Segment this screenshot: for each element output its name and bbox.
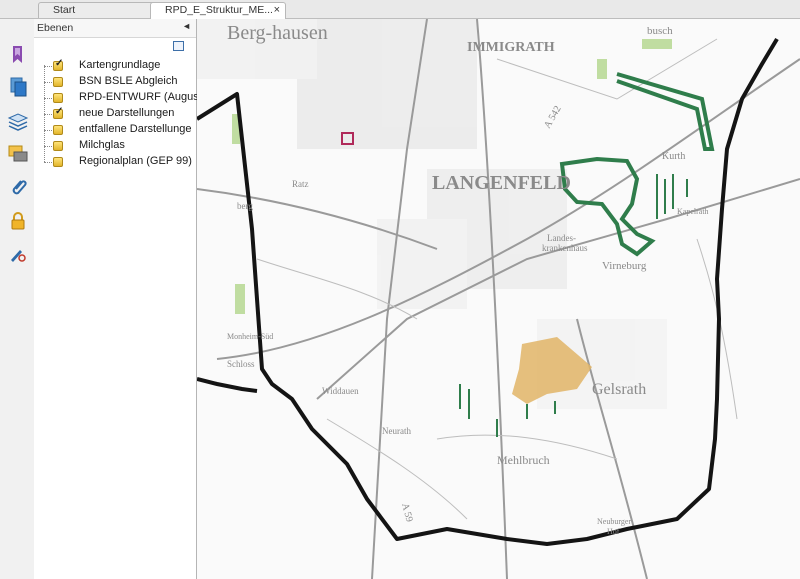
layers-panel-header: Ebenen ◄ [34, 19, 196, 38]
map-label: busch [647, 25, 673, 37]
layer-label: Milchglas [79, 139, 125, 151]
lock-icon[interactable] [7, 210, 29, 232]
tab-document[interactable]: RPD_E_Struktur_ME... × [150, 2, 286, 19]
collapse-panel-icon[interactable]: ◄ [182, 21, 191, 31]
map-label: Kapelrath [677, 207, 709, 216]
layer-item[interactable]: Regionalplan (GEP 99) [44, 155, 204, 170]
map-label: Gelsrath [592, 381, 646, 398]
layer-label: neue Darstellungen [79, 107, 175, 119]
map-canvas[interactable]: Berg-hausen IMMIGRATH busch LANGENFELD L… [197, 19, 800, 579]
tab-document-label: RPD_E_Struktur_ME... [165, 4, 273, 16]
layer-label: Regionalplan (GEP 99) [79, 155, 192, 167]
layer-checkbox[interactable] [53, 141, 63, 151]
map-label: Virneburg [602, 260, 647, 272]
attachment-icon[interactable] [7, 176, 29, 198]
layer-item[interactable]: ✓ Kartengrundlage [44, 58, 204, 74]
bookmark-icon[interactable] [7, 44, 29, 66]
map-label: Berg-hausen [227, 22, 328, 44]
layers-icon[interactable] [7, 110, 29, 132]
map-label: Widdauen [322, 386, 359, 396]
layer-item[interactable]: entfallene Darstellunge [44, 123, 204, 138]
layer-item[interactable]: BSN BSLE Abgleich [44, 75, 204, 90]
comments-icon[interactable] [7, 143, 29, 165]
map-label: Landes- [547, 233, 576, 243]
layer-checkbox[interactable]: ✓ [53, 58, 63, 71]
map-label: Schloss [227, 359, 255, 369]
map-label: Kurth [662, 151, 685, 162]
map-label: Neuburger [597, 517, 631, 526]
map-label: Monheim-Süd [227, 332, 273, 341]
tab-bar: Start RPD_E_Struktur_ME... × [0, 0, 800, 19]
layers-panel: Ebenen ◄ ✓ Kartengrundlage BSN BSLE Abgl… [34, 19, 202, 579]
map-label: krankenhaus [542, 243, 588, 253]
map-label: IMMIGRATH [467, 40, 555, 55]
signature-icon[interactable] [7, 242, 29, 264]
panel-title: Ebenen [37, 22, 74, 34]
close-icon[interactable]: × [274, 3, 280, 18]
layer-item[interactable]: RPD-ENTWURF (August [44, 91, 204, 106]
check-all-icon[interactable] [173, 41, 184, 51]
map-view[interactable]: Berg-hausen IMMIGRATH busch LANGENFELD L… [197, 19, 800, 579]
layer-checkbox[interactable] [53, 77, 63, 87]
map-label: A 59 [399, 502, 415, 523]
map-label: berg [237, 201, 253, 211]
layer-item[interactable]: ✓ neue Darstellungen [44, 106, 204, 122]
map-label: Neurath [382, 426, 411, 436]
layer-item[interactable]: Milchglas [44, 139, 204, 154]
layer-checkbox[interactable] [53, 93, 63, 103]
layer-label: BSN BSLE Abgleich [79, 75, 178, 87]
map-label: Ratz [292, 179, 309, 189]
pages-icon[interactable] [7, 76, 29, 98]
layer-label: entfallene Darstellunge [79, 123, 192, 135]
layer-label: Kartengrundlage [79, 59, 161, 71]
tab-start[interactable]: Start [38, 2, 156, 18]
layer-checkbox[interactable] [53, 125, 63, 135]
map-label: A 542 [542, 104, 564, 130]
map-label: Mehlbruch [497, 453, 550, 467]
layer-checkbox[interactable]: ✓ [53, 106, 63, 119]
left-toolbar [0, 19, 35, 579]
tab-start-label: Start [53, 4, 76, 16]
layer-label: RPD-ENTWURF (August [79, 91, 202, 103]
layer-checkbox[interactable] [53, 157, 63, 167]
map-label: LANGENFELD [432, 172, 571, 194]
map-label: Hof [607, 527, 620, 536]
